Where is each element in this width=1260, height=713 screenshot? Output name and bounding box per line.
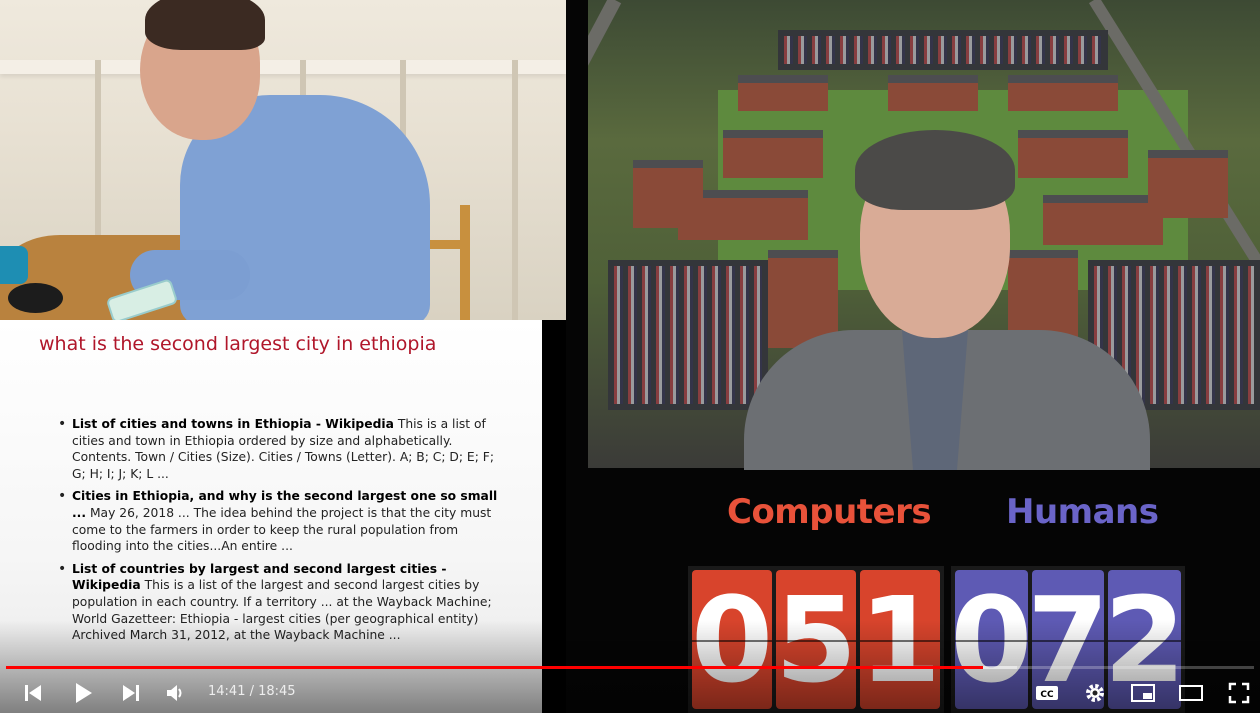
wall-panel (512, 60, 518, 320)
fullscreen-button[interactable] (1225, 680, 1253, 706)
closed-captions-icon: CC (1035, 684, 1059, 702)
miniplayer-button[interactable] (1129, 680, 1157, 706)
progress-played (6, 666, 984, 669)
search-result: • List of cities and towns in Ethiopia -… (56, 416, 502, 482)
video-frame[interactable]: what is the second largest city in ethio… (0, 0, 1260, 713)
bullet-icon: • (58, 416, 67, 432)
humans-label: Humans (1006, 492, 1159, 532)
result-snippet: May 26, 2018 ... The idea behind the pro… (72, 505, 492, 554)
parking-lot (778, 30, 1108, 70)
gear-icon (1084, 682, 1106, 704)
miniplayer-icon (1131, 684, 1155, 702)
building (1018, 130, 1128, 178)
skip-next-icon (121, 684, 141, 702)
svg-text:CC: CC (1040, 690, 1054, 700)
building (1043, 195, 1163, 245)
building (888, 75, 978, 111)
presenter-hair (855, 130, 1015, 210)
webcam-feed (0, 0, 566, 320)
wall-rail (0, 60, 566, 74)
computer-mouse (8, 283, 63, 313)
contestant-hair (145, 0, 265, 50)
theater-mode-button[interactable] (1177, 680, 1205, 706)
parking-lot (608, 260, 768, 410)
search-query: what is the second largest city in ethio… (39, 333, 437, 355)
volume-button[interactable] (162, 680, 190, 706)
skip-next-button[interactable] (117, 680, 145, 706)
building (1148, 150, 1228, 218)
progress-bar[interactable] (6, 666, 1254, 669)
computers-label: Computers (727, 492, 932, 532)
settings-button[interactable] (1081, 680, 1109, 706)
search-result: • Cities in Ethiopia, and why is the sec… (56, 488, 502, 554)
bullet-icon: • (58, 488, 67, 505)
skip-previous-button[interactable] (19, 680, 47, 706)
theater-mode-icon (1179, 685, 1203, 701)
building (738, 75, 828, 111)
fullscreen-icon (1228, 682, 1250, 704)
volume-icon (166, 684, 186, 702)
building (1008, 75, 1118, 111)
play-button[interactable] (69, 680, 97, 706)
building (723, 130, 823, 178)
result-title: List of cities and towns in Ethiopia - W… (72, 417, 394, 431)
time-display: 14:41 / 18:45 (208, 684, 296, 699)
building (633, 160, 703, 228)
captions-button[interactable]: CC (1033, 680, 1061, 706)
bullet-icon: • (58, 560, 67, 577)
search-results: • List of cities and towns in Ethiopia -… (56, 416, 502, 650)
skip-previous-icon (23, 684, 43, 702)
play-icon (73, 682, 93, 704)
mug (0, 246, 28, 284)
